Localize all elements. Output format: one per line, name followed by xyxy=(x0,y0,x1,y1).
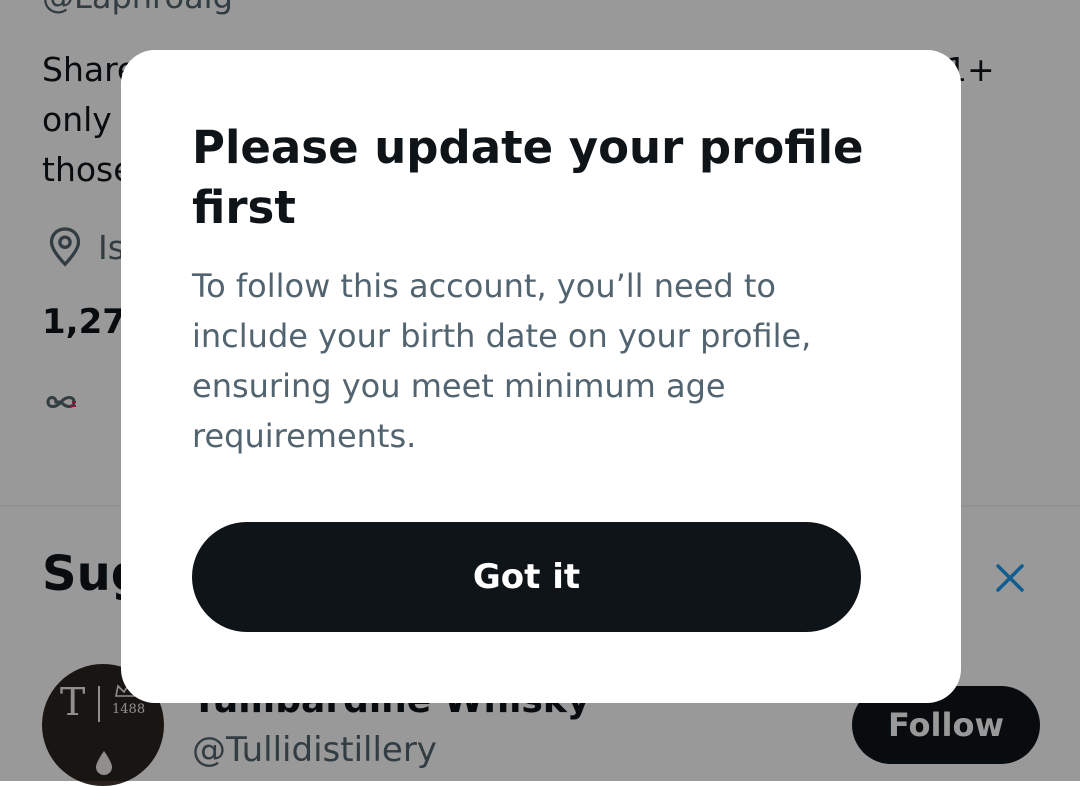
age-requirement-dialog: Please update your profile first To foll… xyxy=(121,50,961,703)
dialog-title: Please update your profile first xyxy=(192,121,864,234)
dialog-message: To follow this account, you’ll need to i… xyxy=(192,267,812,455)
got-it-button[interactable]: Got it xyxy=(192,522,861,632)
